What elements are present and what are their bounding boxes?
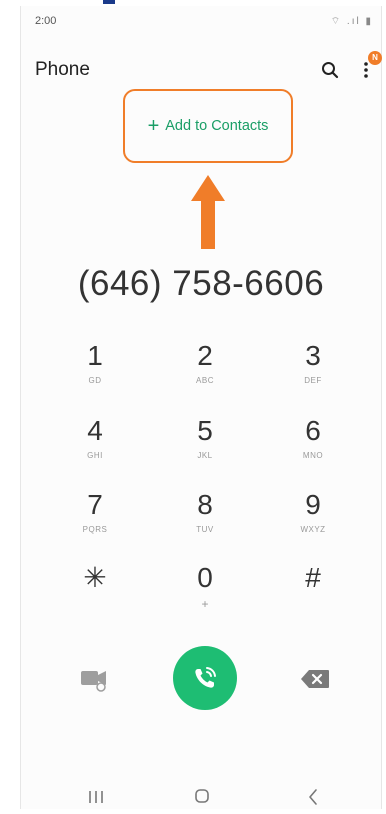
notification-badge: N <box>368 51 382 65</box>
key-8[interactable]: 8 TUV <box>160 490 250 552</box>
key-digit: 9 <box>305 489 321 520</box>
top-edge-mark <box>103 0 115 4</box>
key-digit: 6 <box>305 415 321 446</box>
backspace-icon[interactable] <box>300 669 330 689</box>
wifi-call-icon <box>195 667 216 688</box>
navigation-bar <box>21 784 381 814</box>
call-button[interactable] <box>173 646 237 710</box>
key-digit: # <box>305 562 321 593</box>
key-hash[interactable]: # <box>268 563 358 625</box>
add-to-contacts-label: Add to Contacts <box>165 118 269 134</box>
key-digit: 0 <box>197 562 213 593</box>
status-icons: ⌔ .ıl ▮ <box>330 16 373 27</box>
key-5[interactable]: 5 JKL <box>160 416 250 478</box>
key-digit: ✳ <box>83 562 107 593</box>
phone-screen: 2:00 ⌔ .ıl ▮ Phone N + Add to Contacts (… <box>20 6 382 809</box>
key-letters: DEF <box>304 376 322 385</box>
up-arrow-annotation-icon <box>191 175 225 249</box>
add-to-contacts-button[interactable]: + Add to Contacts <box>123 89 293 163</box>
key-7[interactable]: 7 PQRS <box>50 490 140 552</box>
key-star[interactable]: ✳ <box>50 563 140 625</box>
dialed-number: (646) 758-6606 <box>77 264 325 303</box>
key-digit: 5 <box>197 415 213 446</box>
status-time: 2:00 <box>35 15 57 27</box>
key-letters: GD <box>88 376 102 385</box>
screenshot-frame: 2:00 ⌔ .ıl ▮ Phone N + Add to Contacts (… <box>0 0 386 809</box>
key-letters: TUV <box>196 525 214 534</box>
key-letters: JKL <box>197 451 213 460</box>
key-digit: 3 <box>305 340 321 371</box>
key-digit: 1 <box>87 340 103 371</box>
key-digit: 7 <box>87 489 103 520</box>
key-plus: + <box>201 597 209 611</box>
app-title: Phone <box>35 59 90 80</box>
key-letters: ABC <box>196 376 214 385</box>
plus-icon: + <box>147 114 160 137</box>
video-call-icon[interactable] <box>80 668 108 692</box>
status-bar: 2:00 ⌔ .ıl ▮ <box>21 6 381 36</box>
key-0[interactable]: 0 + <box>160 563 250 625</box>
key-9[interactable]: 9 WXYZ <box>268 490 358 552</box>
key-3[interactable]: 3 DEF <box>268 341 358 403</box>
back-icon[interactable] <box>307 788 319 806</box>
key-digit: 4 <box>87 415 103 446</box>
key-letters: GHI <box>87 451 103 460</box>
key-6[interactable]: 6 MNO <box>268 416 358 478</box>
home-icon[interactable] <box>194 788 210 804</box>
recent-apps-icon[interactable] <box>87 789 105 805</box>
key-letters: MNO <box>302 451 324 460</box>
key-letters: WXYZ <box>300 525 326 534</box>
key-digit: 8 <box>197 489 213 520</box>
key-letters: PQRS <box>82 525 108 534</box>
search-icon[interactable] <box>321 61 339 79</box>
key-4[interactable]: 4 GHI <box>50 416 140 478</box>
key-digit: 2 <box>197 340 213 371</box>
key-1[interactable]: 1 GD <box>50 341 140 403</box>
key-2[interactable]: 2 ABC <box>160 341 250 403</box>
